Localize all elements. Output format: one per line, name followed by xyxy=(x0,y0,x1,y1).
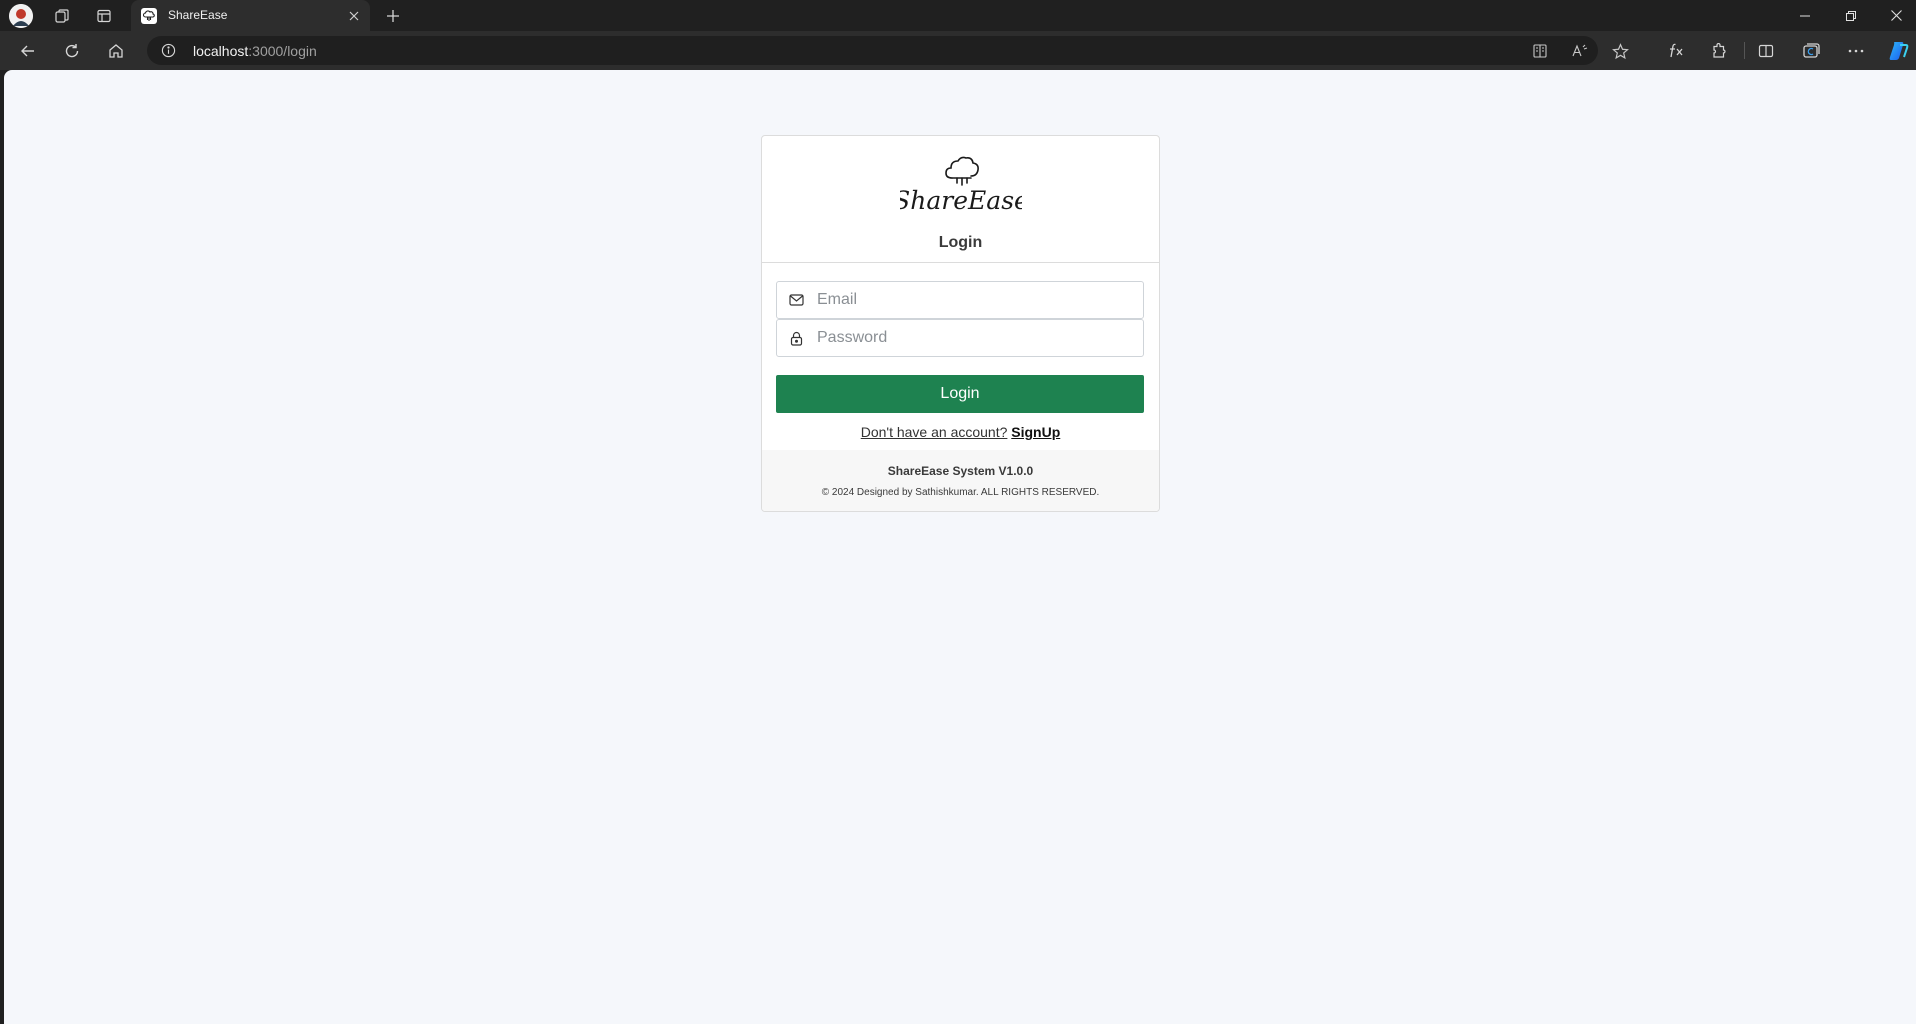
url-host: localhost xyxy=(193,43,249,59)
restore-icon[interactable] xyxy=(1828,0,1874,31)
url-text[interactable]: localhost:3000/login xyxy=(193,43,317,59)
mail-icon xyxy=(788,292,804,308)
signup-link[interactable]: SignUp xyxy=(1011,424,1060,440)
password-input[interactable] xyxy=(817,324,1135,352)
browser-titlebar: ShareEase xyxy=(0,0,1916,31)
info-icon[interactable] xyxy=(160,42,177,59)
toolbar-separator xyxy=(1744,42,1745,59)
close-icon[interactable] xyxy=(344,6,364,26)
refresh-icon[interactable] xyxy=(58,37,86,65)
page-title: Login xyxy=(938,234,983,251)
signup-prompt: Don't have an account? xyxy=(860,424,1008,440)
close-window-icon[interactable] xyxy=(1873,0,1916,31)
split-screen-icon[interactable] xyxy=(1753,38,1779,64)
address-bar[interactable]: localhost:3000/login xyxy=(147,36,1629,65)
tab-title: ShareEase xyxy=(168,8,228,22)
shareease-favicon xyxy=(141,8,157,24)
profile-avatar[interactable] xyxy=(9,4,33,28)
home-icon[interactable] xyxy=(102,37,130,65)
card-footer: ShareEase System V1.0.0 © 2024 Designed … xyxy=(762,450,1159,511)
url-path: :3000/login xyxy=(248,43,317,59)
formula-icon[interactable] xyxy=(1663,38,1689,64)
shareease-logo: ShareEase xyxy=(893,152,1029,215)
login-button[interactable]: Login xyxy=(776,375,1144,413)
back-icon[interactable] xyxy=(14,37,42,65)
browser-toolbar: localhost:3000/login xyxy=(0,31,1916,70)
immersive-reader-icon[interactable] xyxy=(1530,41,1550,61)
card-header: ShareEase Login xyxy=(762,136,1159,263)
email-input[interactable] xyxy=(817,286,1135,314)
footer-copyright: © 2024 Designed by Sathishkumar. ALL RIG… xyxy=(821,487,1100,498)
password-field[interactable] xyxy=(776,319,1144,357)
workspaces-icon[interactable] xyxy=(50,4,74,28)
plus-icon[interactable] xyxy=(381,4,405,28)
extensions-icon[interactable] xyxy=(1706,38,1732,64)
email-field[interactable] xyxy=(776,281,1144,319)
footer-version: ShareEase System V1.0.0 xyxy=(887,464,1034,478)
more-icon[interactable] xyxy=(1843,38,1869,64)
signup-line: Don't have an account? SignUp xyxy=(762,424,1159,440)
page-viewport: ShareEase Login Login Don't have an acco… xyxy=(4,70,1916,1024)
lock-icon xyxy=(788,330,804,346)
copilot-icon[interactable] xyxy=(1885,38,1911,64)
star-icon[interactable] xyxy=(1610,41,1630,61)
read-aloud-icon[interactable] xyxy=(1570,41,1590,61)
vertical-tabs-icon[interactable] xyxy=(92,4,116,28)
logo-text: ShareEase xyxy=(900,186,1022,214)
minimize-icon[interactable] xyxy=(1782,0,1828,31)
tab-shareease[interactable]: ShareEase xyxy=(131,0,370,31)
login-card: ShareEase Login Login Don't have an acco… xyxy=(761,135,1160,512)
collections-icon[interactable] xyxy=(1798,38,1824,64)
